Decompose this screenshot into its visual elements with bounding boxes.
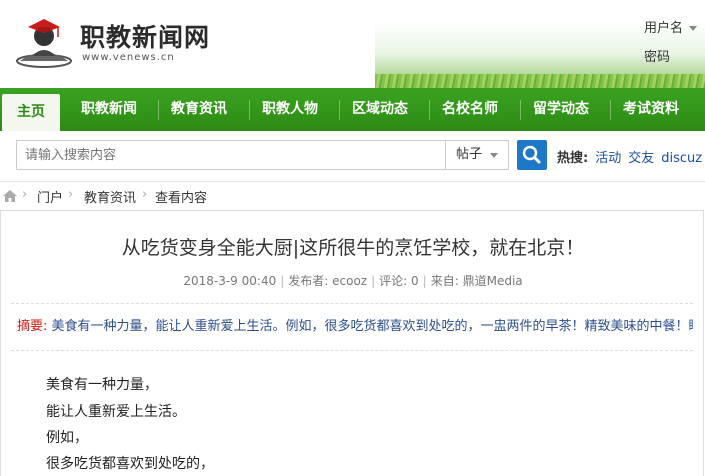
home-icon[interactable] xyxy=(2,189,18,203)
article-meta: 2018-3-9 00:40 | 发布者: ecooz | 评论: 0 | 来自: 鼎道Me… xyxy=(183,274,523,288)
site-header: 职教新闻网 www.venews.cn 用户名 密码 xyxy=(0,0,705,88)
breadcrumb-separator: › xyxy=(22,187,28,202)
body-paragraph: 美食有一种力量， xyxy=(46,377,158,393)
source-label: 来自: xyxy=(430,274,459,288)
password-field[interactable]: 密码 xyxy=(644,46,670,65)
summary-text: 美食有一种力量，能让人重新爱上生活。例如，很多吃货都喜欢到处吃的，一盅两件的早茶… xyxy=(51,319,693,334)
hot-link-activity[interactable]: 活动 xyxy=(595,151,621,166)
username-field[interactable]: 用户名 xyxy=(644,17,698,36)
graduate-logo-icon[interactable] xyxy=(14,14,74,68)
search-button[interactable] xyxy=(517,140,547,170)
comment-count[interactable]: 0 xyxy=(411,274,419,288)
chevron-down-icon xyxy=(689,26,698,31)
article-summary: 摘要: 美食有一种力量，能让人重新爱上生活。例如，很多吃货都喜欢到处吃的，一盅两… xyxy=(11,303,693,351)
search-icon xyxy=(522,145,541,164)
article-date: 2018-3-9 00:40 xyxy=(183,274,277,288)
breadcrumb-current: 查看内容 xyxy=(155,191,208,206)
summary-label: 摘要: xyxy=(17,319,48,334)
nav-item-education-info[interactable]: 教育资讯 xyxy=(158,88,240,131)
search-input[interactable] xyxy=(16,140,445,170)
breadcrumb-portal[interactable]: 门户 xyxy=(37,187,63,206)
nav-item-vocational-people[interactable]: 职教人物 xyxy=(249,88,331,131)
site-url: www.venews.cn xyxy=(82,52,175,63)
search-type-select[interactable]: 帖子 xyxy=(445,140,509,170)
article-author[interactable]: ecooz xyxy=(332,274,367,288)
body-paragraph: 例如， xyxy=(46,430,88,446)
nav-item-exam-materials[interactable]: 考试资料 xyxy=(610,88,692,131)
article-container: 从吃货变身全能大厨|这所很牛的烹饪学校，就在北京！ 2018-3-9 00:40… xyxy=(0,210,704,476)
search-type-label: 帖子 xyxy=(456,147,483,162)
article-title: 从吃货变身全能大厨|这所很牛的烹饪学校，就在北京！ xyxy=(121,237,585,259)
article-source: 鼎道Media xyxy=(462,274,523,288)
main-nav: 主页 职教新闻 教育资讯 职教人物 区域动态 名校名师 留学动态 考试资料 xyxy=(0,88,705,131)
breadcrumb-education-info[interactable]: 教育资讯 xyxy=(84,187,136,206)
nav-item-vocational-news[interactable]: 职教新闻 xyxy=(68,88,150,131)
body-paragraph: 很多吃货都喜欢到处吃的， xyxy=(46,456,214,472)
site-title[interactable]: 职教新闻网 xyxy=(80,18,210,54)
body-paragraph: 能让人重新爱上生活。 xyxy=(46,404,186,420)
hot-link-friends[interactable]: 交友 xyxy=(628,151,654,166)
hot-link-discuz[interactable]: discuz xyxy=(661,151,702,166)
chevron-down-icon xyxy=(490,153,498,158)
hot-search: 热搜: 活动 交友 discuz xyxy=(557,147,702,166)
comments-label: 评论: xyxy=(379,274,408,288)
breadcrumb: › 门户 › 教育资讯 › 查看内容 xyxy=(0,183,705,209)
breadcrumb-separator: › xyxy=(142,187,148,202)
author-label: 发布者: xyxy=(288,274,329,288)
nav-item-study-abroad[interactable]: 留学动态 xyxy=(520,88,602,131)
breadcrumb-separator: › xyxy=(68,187,74,202)
search-bar: 帖子 热搜: 活动交友 discuz xyxy=(0,131,705,182)
hot-search-label: 热搜: xyxy=(557,151,589,166)
nav-item-famous-schools[interactable]: 名校名师 xyxy=(429,88,511,131)
username-label: 用户名 xyxy=(644,21,684,36)
nav-item-regional-news[interactable]: 区域动态 xyxy=(339,88,421,131)
nav-item-home[interactable]: 主页 xyxy=(2,94,60,131)
